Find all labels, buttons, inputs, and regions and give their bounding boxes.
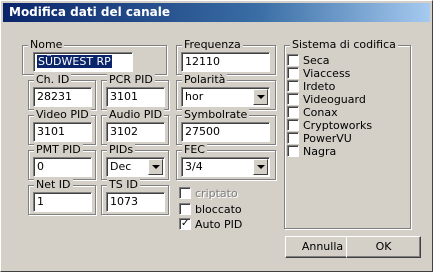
auto-pid-label: Auto PID — [195, 218, 243, 231]
seca-label: Seca — [303, 54, 330, 67]
cryptoworks-label: Cryptoworks — [303, 119, 373, 132]
irdeto-label: Irdeto — [303, 80, 336, 93]
viaccess-box[interactable] — [287, 67, 299, 79]
bloccato-checkbox[interactable]: bloccato — [179, 203, 242, 217]
pids-select[interactable]: Dec — [106, 157, 165, 177]
seca-checkbox[interactable]: Seca — [287, 54, 330, 68]
symbolrate-label: Symbolrate — [182, 108, 250, 121]
nome-input[interactable]: SÜDWEST RP — [33, 52, 133, 72]
pids-dropdown-arrow-icon[interactable] — [148, 159, 163, 175]
video-pid-input[interactable]: 3101 — [33, 122, 92, 142]
encryption-title: Sistema di codifica — [290, 38, 398, 51]
pids-label: PIDs — [107, 143, 136, 156]
net-id-input[interactable]: 1 — [33, 192, 92, 212]
videoguard-checkbox[interactable]: Videoguard — [287, 93, 366, 107]
bloccato-label: bloccato — [195, 203, 242, 216]
ch-id-label: Ch. ID — [34, 73, 72, 86]
nome-label: Nome — [28, 38, 65, 51]
conax-label: Conax — [303, 106, 338, 119]
pmt-pid-label: PMT PID — [34, 143, 83, 156]
conax-box[interactable] — [287, 106, 299, 118]
ts-id-input[interactable]: 1073 — [106, 192, 165, 212]
polarita-dropdown-arrow-icon[interactable] — [253, 89, 268, 105]
irdeto-box[interactable] — [287, 80, 299, 92]
pcr-pid-input[interactable]: 3101 — [106, 87, 165, 107]
seca-box[interactable] — [287, 54, 299, 66]
ch-id-input[interactable]: 28231 — [33, 87, 92, 107]
viaccess-checkbox[interactable]: Viaccess — [287, 67, 350, 81]
ts-id-label: TS ID — [107, 178, 140, 191]
polarita-label: Polarità — [182, 73, 228, 86]
video-pid-label: Video PID — [34, 108, 91, 121]
nome-value: SÜDWEST RP — [37, 55, 112, 68]
bloccato-box[interactable] — [179, 203, 191, 215]
videoguard-box[interactable] — [287, 93, 299, 105]
window-title: Modifica dati del canale — [9, 5, 171, 19]
pmt-pid-input[interactable]: 0 — [33, 157, 92, 177]
powervu-box[interactable] — [287, 132, 299, 144]
title-bar[interactable]: Modifica dati del canale — [3, 3, 430, 22]
net-id-label: Net ID — [34, 178, 73, 191]
criptato-box[interactable] — [179, 187, 191, 199]
conax-checkbox[interactable]: Conax — [287, 106, 338, 120]
criptato-checkbox[interactable]: criptato — [179, 187, 238, 201]
irdeto-checkbox[interactable]: Irdeto — [287, 80, 335, 94]
nagra-label: Nagra — [303, 145, 337, 158]
cryptoworks-box[interactable] — [287, 119, 299, 131]
nagra-box[interactable] — [287, 145, 299, 157]
viaccess-label: Viaccess — [303, 67, 351, 80]
videoguard-label: Videoguard — [303, 93, 366, 106]
powervu-checkbox[interactable]: PowerVU — [287, 132, 352, 146]
ok-button[interactable]: OK — [346, 236, 421, 258]
dialog-body: Nome SÜDWEST RP Frequenza 12110 Ch. ID 2… — [3, 23, 430, 269]
dialog-window: Modifica dati del canale Nome SÜDWEST RP… — [0, 0, 433, 272]
polarita-value: hor — [185, 90, 204, 103]
powervu-label: PowerVU — [303, 132, 352, 145]
audio-pid-input[interactable]: 3102 — [106, 122, 165, 142]
cryptoworks-checkbox[interactable]: Cryptoworks — [287, 119, 372, 133]
fec-value: 3/4 — [185, 160, 203, 173]
nagra-checkbox[interactable]: Nagra — [287, 145, 336, 159]
fec-dropdown-arrow-icon[interactable] — [253, 159, 268, 175]
polarita-select[interactable]: hor — [181, 87, 270, 107]
pids-value: Dec — [110, 160, 132, 173]
fec-label: FEC — [182, 143, 207, 156]
fec-select[interactable]: 3/4 — [181, 157, 270, 177]
symbolrate-input[interactable]: 27500 — [181, 122, 270, 142]
pcr-pid-label: PCR PID — [107, 73, 155, 86]
frequenza-input[interactable]: 12110 — [181, 52, 270, 72]
audio-pid-label: Audio PID — [107, 108, 165, 121]
auto-pid-checkbox[interactable]: Auto PID — [179, 218, 242, 232]
auto-pid-checkmark-icon[interactable] — [179, 218, 191, 230]
criptato-label: criptato — [195, 187, 238, 200]
frequenza-label: Frequenza — [182, 38, 243, 51]
